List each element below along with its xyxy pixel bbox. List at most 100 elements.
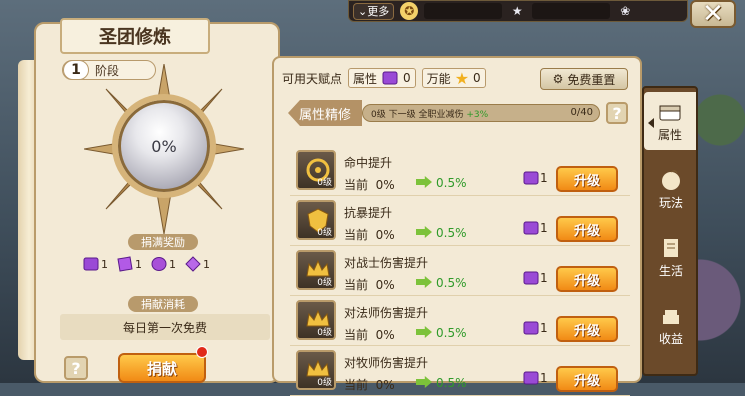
list-item: 0级 对战士伤害提升 当前 0% 0.5% 1 升级 — [290, 246, 630, 296]
category-tabs: 属性 玩法 生活 收益 — [642, 86, 698, 376]
badge-icon[interactable]: ✪ — [400, 2, 419, 20]
current-value: 当前 0% — [344, 376, 395, 393]
cost-count: 1 — [540, 221, 548, 235]
next-value: 0.5% — [436, 376, 467, 390]
purple-book-icon — [523, 171, 539, 185]
talent-points: 可用天赋点 属性 0 万能 ★ 0 — [282, 68, 486, 88]
reward-list: 1 1 1 1 — [82, 256, 210, 272]
level-text: 0级 — [317, 378, 332, 388]
upgrade-cost: 1 — [522, 220, 548, 236]
arrow-right-icon — [416, 226, 432, 238]
tab-life[interactable]: 生活 — [646, 228, 696, 286]
upgrade-button[interactable]: 升级 — [556, 216, 618, 242]
top-resource-bar: ⌄ 更多 ✪ ★ ❀ — [348, 0, 688, 22]
tab-income[interactable]: 收益 — [646, 296, 696, 354]
universal-points: 万能 ★ 0 — [421, 68, 486, 88]
tab-label: 生活 — [658, 263, 683, 278]
accuracy-icon[interactable]: 0级 — [296, 150, 336, 190]
close-icon: ✕ — [702, 0, 724, 29]
reward-item[interactable]: 1 — [150, 256, 176, 272]
reward-item[interactable]: 1 — [184, 256, 210, 272]
purple-book-icon — [523, 271, 539, 285]
tab-gameplay[interactable]: 玩法 — [646, 160, 696, 218]
attr-points-value: 0 — [403, 71, 411, 85]
resource-slot — [424, 3, 503, 19]
cost-count: 1 — [540, 321, 548, 335]
chevron-down-icon: ⌄ — [358, 4, 368, 18]
current-value: 当前 0% — [344, 276, 395, 293]
progress-orb: 0% — [84, 64, 244, 234]
reward-item[interactable]: 1 — [116, 256, 142, 272]
purple-egg-icon — [151, 257, 167, 271]
donate-button[interactable]: 捐献 — [118, 353, 206, 383]
gear-icon: ⚙ — [552, 72, 564, 86]
mage-crown-icon[interactable]: 0级 — [296, 300, 336, 340]
progress-bonus: +3% — [466, 110, 489, 120]
active-tab-arrow-icon — [648, 118, 654, 128]
next-value: 0.5% — [436, 276, 467, 290]
refine-tag: 属性精修 — [288, 100, 362, 126]
tab-label: 属性 — [657, 127, 682, 142]
talent-name: 对牧师伤害提升 — [344, 356, 429, 370]
current-percent: 0% — [375, 178, 395, 192]
level-text: 0级 — [317, 228, 332, 238]
more-button[interactable]: ⌄ 更多 — [353, 2, 395, 20]
attr-points: 属性 0 — [348, 68, 416, 88]
tab-label: 收益 — [658, 331, 683, 346]
help-button[interactable]: ? — [64, 356, 88, 380]
current-label: 当前 — [344, 328, 369, 342]
progress-value: 0/40 — [570, 107, 593, 118]
current-percent: 0% — [375, 378, 395, 392]
progress-desc: 0级 下一级 全职业减伤 — [371, 110, 467, 120]
purple-crystal-icon — [185, 256, 201, 272]
scroll-icon — [664, 238, 678, 257]
crit-resist-icon[interactable]: 0级 — [296, 200, 336, 240]
warrior-crown-icon[interactable]: 0级 — [296, 250, 336, 290]
fruit-icon — [662, 169, 680, 190]
list-item: 0级 对法师伤害提升 当前 0% 0.5% 1 升级 — [290, 296, 630, 346]
chest-icon — [659, 105, 681, 120]
attr-points-label: 属性 — [353, 71, 378, 86]
upgrade-cost: 1 — [522, 270, 548, 286]
refine-help-button[interactable]: ? — [606, 102, 628, 124]
upgrade-button[interactable]: 升级 — [556, 316, 618, 342]
purple-scroll-icon — [117, 256, 133, 272]
tab-label: 玩法 — [658, 195, 683, 210]
talent-name: 对战士伤害提升 — [344, 256, 429, 270]
reward-count: 1 — [101, 257, 108, 271]
notification-dot — [196, 346, 208, 358]
upgrade-button[interactable]: 升级 — [556, 166, 618, 192]
talent-name: 命中提升 — [344, 156, 393, 170]
universal-points-label: 万能 — [426, 71, 451, 86]
shell-icon[interactable]: ❀ — [616, 2, 634, 20]
reward-count: 1 — [203, 257, 210, 271]
list-item: 0级 抗暴提升 当前 0% 0.5% 1 升级 — [290, 196, 630, 246]
reward-item[interactable]: 1 — [82, 256, 108, 272]
next-value: 0.5% — [436, 326, 467, 340]
next-value: 0.5% — [436, 226, 467, 240]
priest-crown-icon[interactable]: 0级 — [296, 350, 336, 390]
progress-text: 0级 下一级 全职业减伤 +3% — [371, 107, 488, 120]
star-icon[interactable]: ★ — [508, 2, 526, 20]
arrow-right-icon — [416, 326, 432, 338]
cost-text: 每日第一次免费 — [60, 314, 270, 340]
purple-book-icon — [523, 221, 539, 235]
reward-section-label: 捐满奖励 — [128, 234, 198, 250]
reward-count: 1 — [135, 257, 142, 271]
upgrade-button[interactable]: 升级 — [556, 266, 618, 292]
close-button[interactable]: ✕ — [690, 0, 736, 29]
current-percent: 0% — [375, 328, 395, 342]
free-reset-button[interactable]: ⚙ 免费重置 — [540, 68, 628, 90]
level-text: 0级 — [317, 178, 332, 188]
current-percent: 0% — [375, 228, 395, 242]
purple-book-icon — [83, 257, 99, 271]
reset-label: 免费重置 — [567, 72, 616, 87]
more-label: 更多 — [367, 5, 390, 18]
points-label: 可用天赋点 — [282, 71, 343, 86]
upgrade-button[interactable]: 升级 — [556, 366, 618, 392]
list-item: 0级 命中提升 当前 0% 0.5% 1 升级 — [290, 146, 630, 196]
current-label: 当前 — [344, 178, 369, 192]
resource-slot — [532, 3, 611, 19]
cost-section-label: 捐献消耗 — [128, 296, 198, 312]
arrow-right-icon — [416, 376, 432, 388]
